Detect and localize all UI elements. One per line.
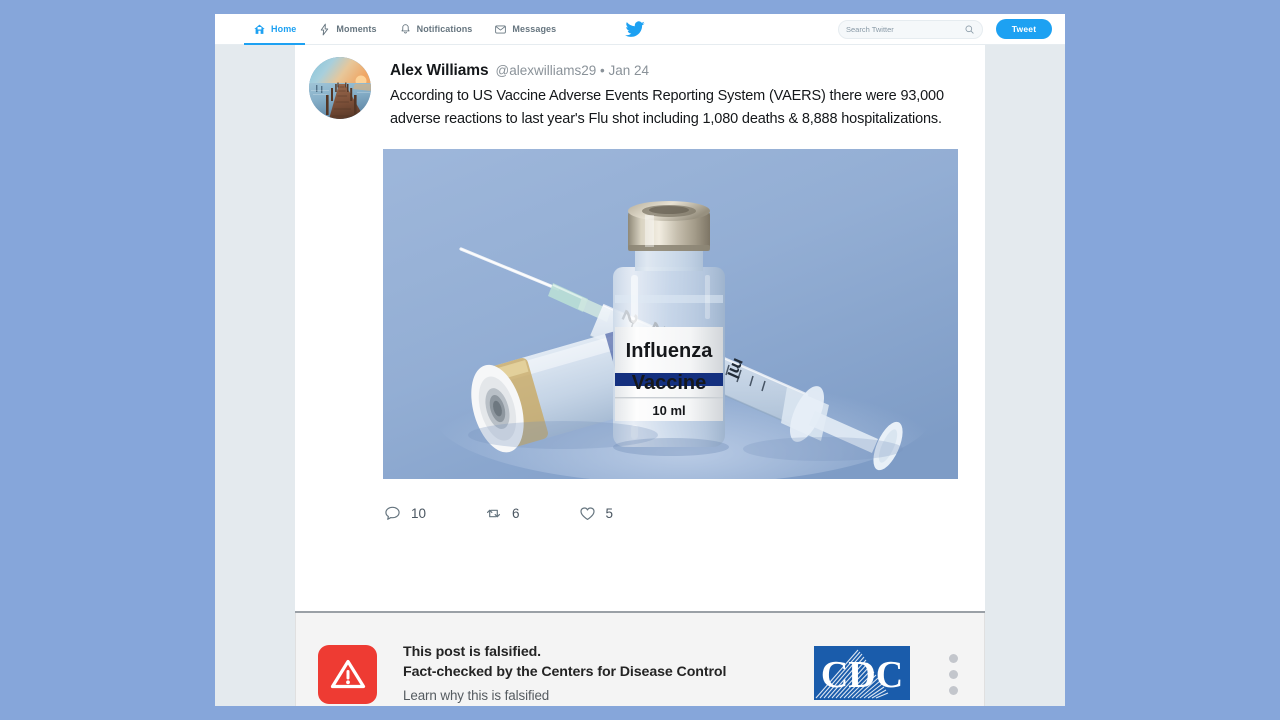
kebab-menu-icon[interactable] bbox=[942, 653, 964, 695]
comment-icon bbox=[383, 504, 402, 523]
kebab-dot-1 bbox=[948, 653, 958, 663]
nav-item-home[interactable]: Home bbox=[242, 14, 307, 45]
like-count: 5 bbox=[605, 505, 614, 521]
fact-check-text: This post is falsified. Fact-checked by … bbox=[403, 642, 814, 707]
timeline: Alex Williams @alexwilliams29 • Jan 24 A… bbox=[215, 45, 1065, 706]
warning-triangle-icon bbox=[318, 644, 377, 704]
search-box[interactable] bbox=[838, 19, 983, 39]
vial-label-line2: Vaccine bbox=[632, 372, 707, 394]
heart-icon bbox=[578, 504, 597, 523]
fact-check-banner: This post is falsified. Fact-checked by … bbox=[295, 613, 985, 706]
nav-items-group: Home Moments Notifications Messages bbox=[242, 14, 567, 45]
like-action[interactable]: 5 bbox=[578, 504, 614, 523]
retweet-action[interactable]: 6 bbox=[484, 504, 520, 523]
nav-item-messages-label: Messages bbox=[512, 24, 557, 34]
author-name[interactable]: Alex Williams bbox=[390, 62, 489, 80]
browser-page: Home Moments Notifications Messages Sear… bbox=[215, 14, 1065, 706]
search-input[interactable] bbox=[846, 24, 964, 34]
kebab-dot-3 bbox=[948, 685, 958, 695]
tweet-text: According to US Vaccine Adverse Events R… bbox=[390, 88, 944, 127]
tweet-header: Alex Williams @alexwilliams29 • Jan 24 A… bbox=[295, 57, 985, 130]
avatar[interactable] bbox=[309, 57, 371, 119]
author-handle-and-date: @alexwilliams29 • Jan 24 bbox=[495, 63, 650, 78]
cdc-logo: CDC bbox=[814, 646, 912, 702]
cdc-logo-text: CDC bbox=[821, 654, 903, 696]
author-line: Alex Williams @alexwilliams29 • Jan 24 bbox=[390, 62, 963, 80]
nav-item-messages[interactable]: Messages bbox=[483, 14, 567, 44]
nav-item-notifications-label: Notifications bbox=[416, 24, 473, 34]
nav-item-home-label: Home bbox=[271, 24, 297, 34]
retweet-count: 6 bbox=[512, 505, 520, 521]
tweet-body: Alex Williams @alexwilliams29 • Jan 24 A… bbox=[390, 57, 963, 130]
search-icon bbox=[964, 24, 975, 35]
reply-action[interactable]: 10 bbox=[383, 504, 426, 523]
retweet-icon bbox=[484, 504, 503, 523]
nav-item-moments[interactable]: Moments bbox=[307, 14, 387, 44]
nav-item-notifications[interactable]: Notifications bbox=[388, 14, 484, 44]
reply-count: 10 bbox=[411, 505, 427, 521]
vial-volume: 10 ml bbox=[652, 403, 685, 418]
tweet-actions: 10 6 5 bbox=[383, 495, 985, 531]
fact-check-learn-more-link[interactable]: Learn why this is falsified bbox=[403, 685, 814, 707]
nav-right-group: Tweet bbox=[838, 14, 1052, 44]
nav-item-moments-label: Moments bbox=[336, 24, 377, 34]
tweet-card[interactable]: Alex Williams @alexwilliams29 • Jan 24 A… bbox=[295, 45, 985, 611]
top-navigation-bar: Home Moments Notifications Messages Sear… bbox=[215, 14, 1065, 45]
bell-icon bbox=[399, 23, 412, 36]
fact-check-headline: This post is falsified. bbox=[403, 643, 542, 660]
fact-check-subhead: Fact-checked by the Centers for Disease … bbox=[403, 663, 727, 680]
twitter-bird-icon[interactable] bbox=[625, 21, 645, 38]
kebab-dot-2 bbox=[948, 669, 958, 679]
tweet-media-image[interactable]: 2 2 ½ 3 ml bbox=[383, 149, 958, 479]
envelope-icon bbox=[494, 23, 507, 36]
vial-label-line1: Influenza bbox=[626, 340, 714, 362]
tweet-button[interactable]: Tweet bbox=[996, 19, 1052, 39]
lightning-icon bbox=[318, 23, 331, 36]
home-icon bbox=[253, 23, 266, 36]
